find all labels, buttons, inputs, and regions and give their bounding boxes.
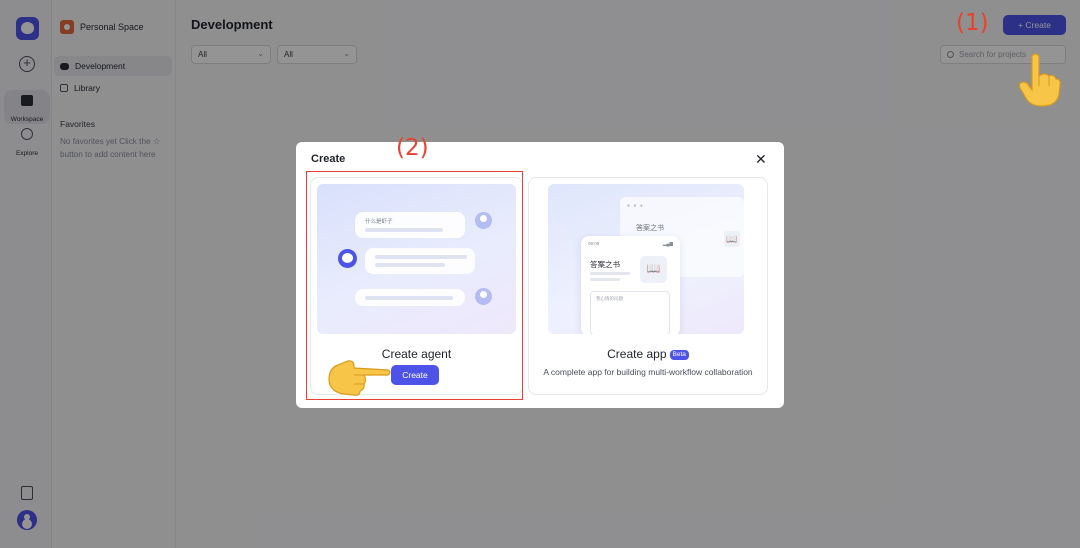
beta-badge: Beta (669, 350, 689, 360)
app-card-title: Create app Beta (529, 347, 767, 361)
pointing-hand-up-icon (1018, 53, 1061, 107)
create-app-card[interactable]: ● ● ● 答案之书 📖 09:09 ▂▄▆ 答案之书 📖 我心情的问题 Cre… (528, 177, 768, 395)
step-2-annotation: (2) (396, 135, 429, 161)
signal-icon: ▂▄▆ (662, 241, 673, 246)
pointing-hand-right-icon (328, 360, 391, 396)
step-1-annotation: (1) (956, 10, 989, 36)
app-illustration: ● ● ● 答案之书 📖 09:09 ▂▄▆ 答案之书 📖 我心情的问题 (548, 184, 744, 334)
app-card-description: A complete app for building multi-workfl… (543, 367, 753, 377)
art-input-box: 我心情的问题 (590, 291, 670, 334)
close-icon[interactable]: ✕ (755, 151, 767, 168)
art-title: 答案之书 (636, 225, 664, 232)
app-card-title-text: Create app (607, 347, 667, 361)
book-icon: 📖 (640, 256, 667, 283)
art-time: 09:09 (588, 241, 600, 246)
modal-title: Create (311, 153, 346, 165)
app-phone-mock: 09:09 ▂▄▆ 答案之书 📖 我心情的问题 (581, 236, 680, 334)
art-input-text: 我心情的问题 (596, 296, 623, 301)
book-icon: 📖 (724, 231, 740, 247)
art-title: 答案之书 (590, 260, 620, 269)
